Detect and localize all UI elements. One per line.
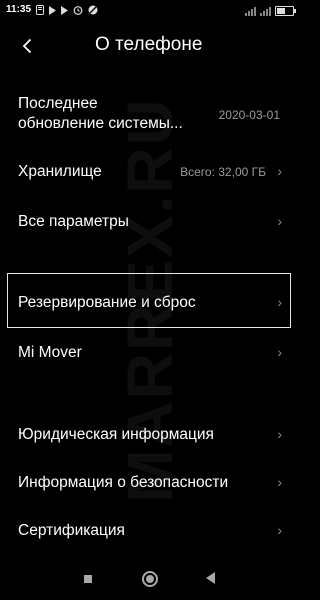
back-arrow-icon xyxy=(22,38,32,54)
signal-icon xyxy=(260,6,271,16)
notification-icon xyxy=(36,5,44,15)
all-parameters-item[interactable]: Все параметры › xyxy=(0,210,300,236)
last-update-label: Последнее обновление системы... xyxy=(18,95,183,132)
storage-item[interactable]: Хранилище Всего: 32,00 ГБ › xyxy=(0,160,300,186)
mi-mover-item[interactable]: Mi Mover › xyxy=(0,341,300,367)
home-button[interactable] xyxy=(142,571,158,587)
play-store-icon xyxy=(61,5,68,15)
certification-label: Сертификация xyxy=(18,522,125,539)
chevron-right-icon: › xyxy=(277,474,282,490)
status-time: 11:35 xyxy=(6,4,32,15)
all-parameters-label: Все параметры xyxy=(18,213,129,230)
security-info-label: Информация о безопасности xyxy=(18,474,229,491)
page-title: О телефоне xyxy=(95,34,203,55)
status-notification-icons xyxy=(36,3,98,17)
chevron-right-icon: › xyxy=(277,426,282,442)
certification-item[interactable]: Сертификация › xyxy=(0,519,300,545)
storage-label: Хранилище xyxy=(18,163,102,180)
chevron-right-icon: › xyxy=(277,163,282,179)
security-info-item[interactable]: Информация о безопасности › xyxy=(0,471,300,497)
battery-level xyxy=(277,8,285,14)
chevron-right-icon: › xyxy=(277,213,282,229)
header: О телефоне xyxy=(0,28,300,64)
nav-back-button[interactable] xyxy=(206,572,215,584)
status-bar: 11:35 xyxy=(0,0,300,22)
chevron-right-icon: › xyxy=(277,344,282,360)
recent-apps-button[interactable] xyxy=(84,575,92,583)
legal-info-label: Юридическая информация xyxy=(18,426,214,443)
navigation-bar xyxy=(0,566,300,594)
status-system-icons xyxy=(245,4,296,18)
legal-info-item[interactable]: Юридическая информация › xyxy=(0,423,300,449)
backup-reset-label: Резервирование и сброс xyxy=(18,294,196,311)
battery-icon xyxy=(275,6,296,16)
last-update-item[interactable]: Последнее обновление системы... 2020-03-… xyxy=(0,94,300,140)
storage-value: Всего: 32,00 ГБ xyxy=(180,165,266,179)
backup-reset-item[interactable]: Резервирование и сброс › xyxy=(0,291,300,317)
alarm-icon xyxy=(73,6,83,15)
play-icon xyxy=(49,5,56,15)
mi-mover-label: Mi Mover xyxy=(18,344,82,361)
signal-icon xyxy=(245,6,256,16)
no-sound-icon xyxy=(88,5,98,15)
chevron-right-icon: › xyxy=(277,294,282,310)
last-update-value: 2020-03-01 xyxy=(218,108,280,122)
chevron-right-icon: › xyxy=(277,522,282,538)
back-button[interactable] xyxy=(14,32,40,60)
